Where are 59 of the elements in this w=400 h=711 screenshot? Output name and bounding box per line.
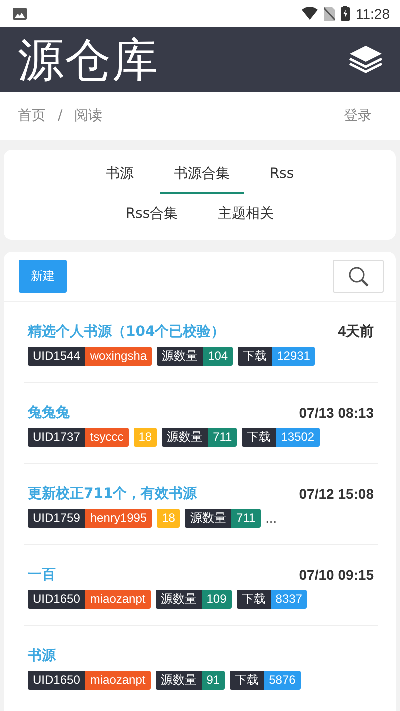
item-time: 4天前 (338, 323, 374, 341)
stat-label-tag: 源数量 (185, 509, 232, 528)
stat-value-tag: 104 (203, 347, 234, 366)
level-tag: 18 (134, 428, 158, 447)
stat-value-tag: 8337 (270, 590, 308, 609)
stat-label-tag: 源数量 (156, 590, 202, 609)
stat-label-tag: 下载 (230, 671, 264, 690)
source-title-link[interactable]: 精选个人书源（104个已校验） (28, 323, 226, 341)
login-link[interactable]: 登录 (344, 107, 372, 125)
tab[interactable]: 主题相关 (204, 196, 288, 234)
source-title-link[interactable]: 书源 (28, 647, 56, 665)
uid-tag: UID1650 (28, 671, 86, 690)
battery-icon (341, 6, 350, 21)
stat-value-tag: 711 (231, 509, 261, 528)
breadcrumb-link[interactable]: 阅读 (74, 107, 103, 125)
search-icon (348, 266, 370, 288)
user-tag: miaozanpt (85, 671, 151, 690)
source-title-link[interactable]: 更新校正711个，有效书源 (28, 485, 198, 503)
stat-label-tag: 源数量 (162, 428, 208, 447)
no-sim-icon (324, 6, 335, 20)
stat-label-tag: 下载 (236, 590, 271, 609)
app-title: 源仓库 (18, 36, 159, 82)
tab[interactable]: Rss合集 (112, 196, 192, 234)
stat-label-tag: 下载 (238, 347, 272, 366)
user-tag: henry1995 (85, 509, 152, 528)
uid-tag: UID1650 (28, 590, 86, 609)
wifi-icon (302, 7, 318, 20)
user-tag: woxingsha (85, 347, 152, 366)
user-tag: tsyccc (85, 428, 129, 447)
stat-value-tag: 13502 (276, 428, 320, 447)
source-title-link[interactable]: 兔兔兔 (28, 404, 70, 422)
level-tag: 18 (157, 509, 180, 528)
uid-tag: UID1759 (28, 509, 86, 528)
stat-label-tag: 源数量 (156, 671, 202, 690)
breadcrumb-separator: / (58, 108, 63, 124)
tab[interactable]: 书源 (92, 156, 148, 194)
breadcrumb-link[interactable]: 首页 (18, 107, 46, 125)
new-button[interactable]: 新建 (19, 260, 67, 293)
stat-value-tag: 711 (208, 428, 238, 447)
stat-label-tag: 下载 (242, 428, 276, 447)
stat-value-tag: 12931 (272, 347, 316, 366)
stat-value-tag: 5876 (264, 671, 301, 690)
item-time: 07/10 09:15 (299, 567, 374, 583)
more-ellipsis: ... (266, 512, 278, 526)
item-time: 07/12 15:08 (299, 486, 374, 502)
stat-value-tag: 109 (202, 590, 232, 609)
stat-value-tag: 91 (202, 671, 226, 690)
layers-icon[interactable] (348, 44, 384, 76)
uid-tag: UID1544 (28, 347, 86, 366)
image-icon (13, 8, 27, 20)
tab[interactable]: Rss (256, 156, 308, 194)
user-tag: miaozanpt (85, 590, 151, 609)
item-time: 07/13 08:13 (299, 405, 374, 421)
stat-label-tag: 源数量 (157, 347, 204, 366)
tab[interactable]: 书源合集 (160, 156, 244, 194)
uid-tag: UID1737 (28, 428, 86, 447)
source-title-link[interactable]: 一百 (28, 566, 56, 584)
clock-time: 11:28 (356, 6, 390, 22)
search-button[interactable] (333, 260, 384, 293)
